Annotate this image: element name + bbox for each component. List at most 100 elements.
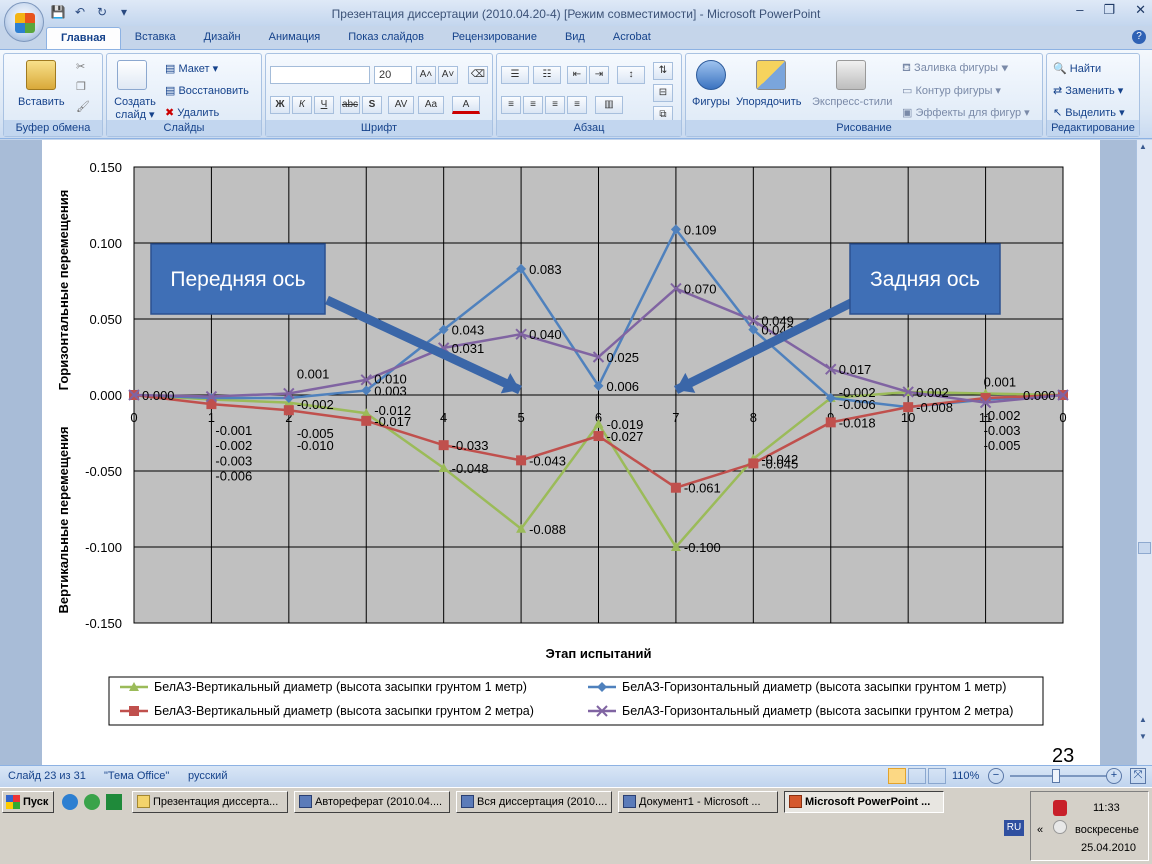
increase-indent-icon[interactable]: ⇥ [589, 66, 609, 84]
align-center-icon[interactable]: ≡ [523, 96, 543, 114]
font-color-button[interactable]: A [452, 96, 480, 114]
replace-button[interactable]: ⇄ Заменить ▾ [1053, 84, 1123, 97]
clock-date: 25.04.2010 [1081, 842, 1137, 854]
ribbon-tabs: Главная Вставка Дизайн Анимация Показ сл… [46, 27, 665, 49]
task-autoreferat[interactable]: Автореферат (2010.04.... [294, 791, 450, 813]
scroll-up-icon[interactable]: ▲ [1139, 142, 1150, 154]
start-button[interactable]: Пуск [2, 791, 54, 813]
grow-font-icon[interactable]: A˄ [416, 66, 436, 84]
shape-fill-button[interactable]: ⛾ Заливка фигуры ▾ [902, 62, 1009, 76]
bold-button[interactable]: Ж [270, 96, 290, 114]
arrange-button[interactable]: Упорядочить [736, 96, 801, 108]
language-indicator[interactable]: RU [1004, 820, 1024, 836]
zoom-out-icon[interactable]: − [988, 768, 1004, 784]
find-button[interactable]: 🔍 Найти [1053, 62, 1101, 75]
copy-icon[interactable]: ❐ [76, 80, 86, 93]
align-text-icon[interactable]: ⊟ [653, 84, 673, 102]
delete-slide-button[interactable]: ✖ Удалить [165, 106, 219, 119]
slideshow-view-icon[interactable] [928, 768, 946, 784]
data-label: -0.017 [374, 414, 411, 429]
prev-slide-icon[interactable]: ▲ [1139, 715, 1150, 727]
group-label: Рисование [686, 120, 1042, 136]
tab-view[interactable]: Вид [551, 27, 599, 49]
legend-entry: БелАЗ-Вертикальный диаметр (высота засып… [154, 680, 527, 694]
tab-design[interactable]: Дизайн [190, 27, 255, 49]
help-icon[interactable]: ? [1132, 30, 1146, 44]
case-button[interactable]: Aa [418, 96, 444, 114]
point-marker [825, 417, 836, 428]
normal-view-icon[interactable] [888, 768, 906, 784]
window-title: Презентация диссертации (2010.04.20-4) [… [331, 7, 821, 21]
app-icon[interactable] [106, 794, 122, 810]
task-presentation-folder[interactable]: Презентация диссерта... [132, 791, 288, 813]
browser-icon[interactable] [84, 794, 100, 810]
select-button[interactable]: ↖ Выделить ▾ [1053, 106, 1125, 119]
shapes-button[interactable]: Фигуры [692, 96, 730, 108]
slide-canvas[interactable]: 0.150 0.100 0.050 0.000 -0.050 -0.100 -0.150 0 1… [42, 140, 1100, 765]
scroll-thumb[interactable] [1138, 542, 1151, 554]
shape-outline-button[interactable]: ▭ Контур фигуры ▾ [902, 84, 1001, 97]
task-dissertation[interactable]: Вся диссертация (2010.... [456, 791, 612, 813]
text-direction-icon[interactable]: ⇅ [653, 62, 673, 80]
format-painter-icon[interactable]: 🖌 [76, 100, 90, 113]
tab-slideshow[interactable]: Показ слайдов [334, 27, 438, 49]
font-size-combo[interactable]: 20 [374, 66, 412, 84]
line-spacing-icon[interactable]: ↕ [617, 66, 645, 84]
next-slide-icon[interactable]: ▼ [1139, 732, 1150, 744]
task-document1[interactable]: Документ1 - Microsoft ... [618, 791, 778, 813]
columns-icon[interactable]: ▥ [595, 96, 623, 114]
decrease-indent-icon[interactable]: ⇤ [567, 66, 587, 84]
legend-entry: БелАЗ-Горизонтальный диаметр (высота зас… [622, 704, 1013, 718]
tab-insert[interactable]: Вставка [121, 27, 190, 49]
zoom-level[interactable]: 110% [952, 770, 979, 782]
shape-effects-button[interactable]: ▣ Эффекты для фигур ▾ [902, 106, 1030, 119]
strike-button[interactable]: abc [340, 96, 360, 114]
vertical-scrollbar[interactable]: ▲ ▲ ▼ [1136, 140, 1152, 765]
data-label: 0.001 [984, 374, 1017, 389]
tab-home[interactable]: Главная [46, 27, 121, 49]
align-right-icon[interactable]: ≡ [545, 96, 565, 114]
maximize-button[interactable]: ❐ [1103, 2, 1115, 18]
paste-button[interactable]: Вставить [18, 96, 65, 108]
tab-animation[interactable]: Анимация [255, 27, 335, 49]
quick-styles-button[interactable]: Экспресс-стили [812, 96, 892, 108]
point-marker [903, 402, 914, 413]
close-button[interactable]: ✕ [1135, 2, 1146, 18]
cut-icon[interactable]: ✂ [76, 60, 85, 73]
ie-icon[interactable] [62, 794, 78, 810]
data-label: -0.006 [215, 469, 252, 484]
underline-button[interactable]: Ч [314, 96, 334, 114]
data-label: -0.088 [529, 522, 566, 537]
layout-button[interactable]: ▤ Макет ▾ [165, 62, 218, 75]
shrink-font-icon[interactable]: A˅ [438, 66, 458, 84]
tab-review[interactable]: Рецензирование [438, 27, 551, 49]
x-tick-label: 0 [130, 410, 137, 425]
italic-button[interactable]: К [292, 96, 312, 114]
bullets-icon[interactable]: ☰ [501, 66, 529, 84]
fit-to-window-icon[interactable]: ⤧ [1130, 768, 1146, 784]
font-name-combo[interactable] [270, 66, 370, 84]
shadow-button[interactable]: S [362, 96, 382, 114]
office-button[interactable] [4, 2, 44, 42]
minimize-button[interactable]: – [1076, 2, 1083, 18]
tab-acrobat[interactable]: Acrobat [599, 27, 665, 49]
numbering-icon[interactable]: ☷ [533, 66, 561, 84]
antivirus-icon[interactable] [1053, 800, 1067, 816]
zoom-slider-thumb[interactable] [1052, 769, 1060, 783]
zoom-in-icon[interactable]: + [1106, 768, 1122, 784]
spacing-button[interactable]: AV [388, 96, 414, 114]
data-label: 0.109 [684, 222, 717, 237]
align-left-icon[interactable]: ≡ [501, 96, 521, 114]
data-label: 0.006 [607, 379, 640, 394]
clear-format-icon[interactable]: ⌫ [468, 66, 488, 84]
x-tick-label: 7 [672, 410, 679, 425]
reset-button[interactable]: ▤ Восстановить [165, 84, 249, 97]
replace-label: Заменить ▾ [1065, 85, 1124, 97]
sorter-view-icon[interactable] [908, 768, 926, 784]
tray-expand-icon[interactable]: « [1037, 824, 1043, 836]
justify-icon[interactable]: ≡ [567, 96, 587, 114]
task-powerpoint[interactable]: Microsoft PowerPoint ... [784, 791, 944, 813]
shield-icon[interactable] [1053, 820, 1067, 834]
new-slide-button[interactable]: Создать слайд ▾ [111, 96, 159, 121]
data-label: -0.002 [297, 397, 334, 412]
